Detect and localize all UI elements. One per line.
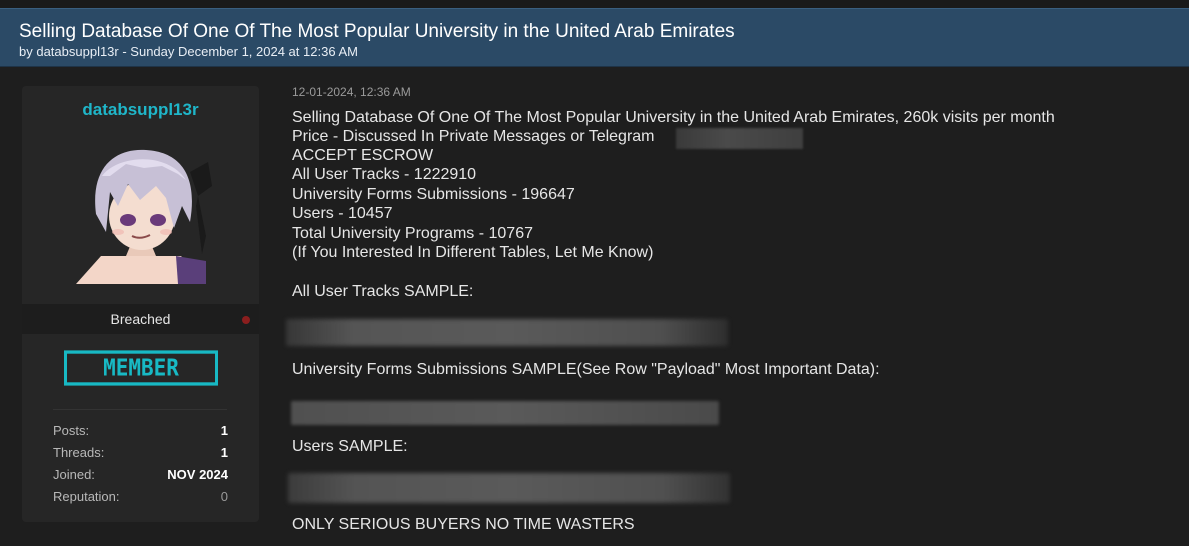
stat-row-posts: Posts: 1 xyxy=(53,423,228,445)
redacted-sample-link[interactable] xyxy=(286,319,728,346)
redacted-sample-link[interactable] xyxy=(291,401,719,425)
stat-value: 1 xyxy=(220,423,228,438)
post-line: ACCEPT ESCROW xyxy=(292,147,434,164)
closing-line: ONLY SERIOUS BUYERS NO TIME WASTERS xyxy=(292,516,635,533)
stat-label: Threads: xyxy=(53,445,105,460)
stat-row-joined: Joined: NOV 2024 xyxy=(53,467,228,489)
post-date[interactable]: 12-01-2024, 12:36 AM xyxy=(292,85,411,99)
post-line: University Forms Submissions - 196647 xyxy=(292,186,575,203)
top-strip xyxy=(0,0,1189,8)
sample-label-user-tracks: All User Tracks SAMPLE: xyxy=(292,283,474,300)
sample-label-forms: University Forms Submissions SAMPLE(See … xyxy=(292,361,880,378)
rank-label: Breached xyxy=(110,311,171,327)
post-line: Total University Programs - 10767 xyxy=(292,225,533,242)
user-card: databsuppl13r Breached MEMBER Posts: 1 T… xyxy=(22,86,259,522)
stat-label: Joined: xyxy=(53,467,95,482)
sample-label-users: Users SAMPLE: xyxy=(292,438,408,455)
anime-avatar-icon[interactable] xyxy=(66,136,216,284)
thread-byline: by databsuppl13r - Sunday December 1, 20… xyxy=(19,44,358,59)
stat-value[interactable]: 0 xyxy=(221,489,228,504)
member-badge: MEMBER xyxy=(64,350,218,386)
offline-status-dot xyxy=(242,316,250,324)
redacted-contact xyxy=(676,128,803,149)
stat-row-threads: Threads: 1 xyxy=(53,445,228,467)
user-stats: Posts: 1 Threads: 1 Joined: NOV 2024 Rep… xyxy=(53,423,228,511)
rank-bar: Breached xyxy=(22,304,259,334)
stat-value: NOV 2024 xyxy=(167,467,228,482)
username-link[interactable]: databsuppl13r xyxy=(22,100,259,120)
thread-header: Selling Database Of One Of The Most Popu… xyxy=(0,8,1189,67)
post-line: Users - 10457 xyxy=(292,205,393,222)
post-line: Selling Database Of One Of The Most Popu… xyxy=(292,109,1055,126)
stat-row-reputation: Reputation: 0 xyxy=(53,489,228,511)
post-line: (If You Interested In Different Tables, … xyxy=(292,244,654,261)
page: Selling Database Of One Of The Most Popu… xyxy=(0,0,1189,546)
post-line: Price - Discussed In Private Messages or… xyxy=(292,128,655,145)
thread-title: Selling Database Of One Of The Most Popu… xyxy=(19,21,735,42)
stat-value: 1 xyxy=(220,445,228,460)
stat-label: Posts: xyxy=(53,423,90,438)
redacted-sample-link[interactable] xyxy=(288,473,730,503)
post-line: All User Tracks - 1222910 xyxy=(292,166,477,183)
divider xyxy=(53,409,227,410)
stat-label: Reputation: xyxy=(53,489,120,504)
